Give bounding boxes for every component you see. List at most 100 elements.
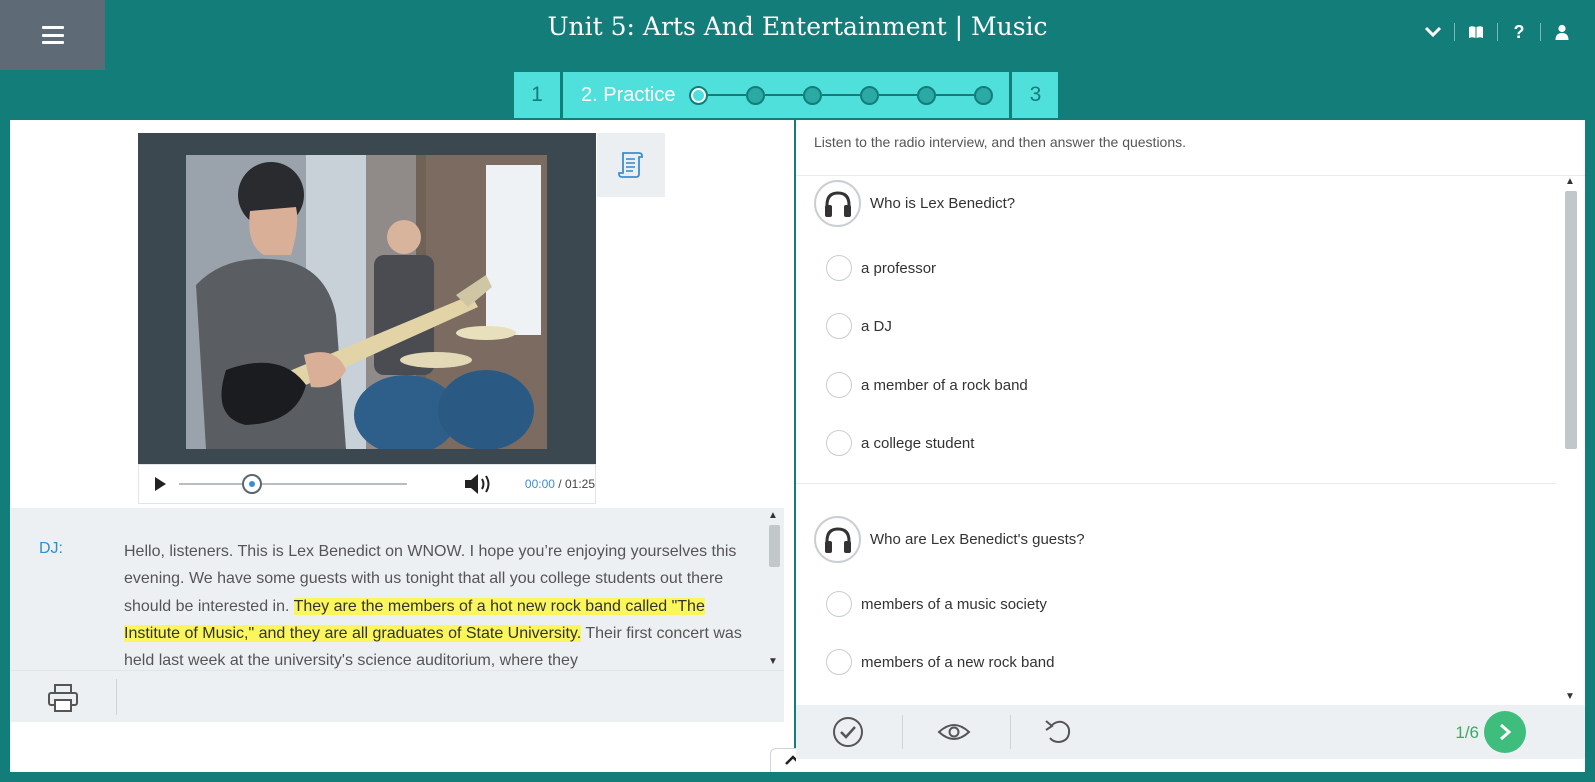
answer-option[interactable]: a member of a rock band xyxy=(826,372,1028,398)
volume-icon[interactable] xyxy=(463,473,493,495)
option-label: a DJ xyxy=(861,317,892,335)
book-icon[interactable] xyxy=(1461,18,1491,46)
reset-button[interactable] xyxy=(1037,713,1079,751)
step-2-label: 2. Practice xyxy=(581,83,676,106)
activity-instruction: Listen to the radio interview, and then … xyxy=(814,134,1187,150)
total-time: 01:25 xyxy=(564,477,596,491)
time-display: 00:00 / 01:25 xyxy=(525,477,595,491)
chevron-down-icon[interactable] xyxy=(1418,18,1448,46)
printer-icon xyxy=(48,684,78,712)
media-panel: 00:00 / 01:25 DJ: Hello, listeners. This… xyxy=(10,120,794,772)
answer-option[interactable]: a DJ xyxy=(826,313,892,339)
toolbar-divider xyxy=(902,715,903,749)
option-label: members of a new rock band xyxy=(861,653,1055,671)
option-label: a member of a rock band xyxy=(861,376,1028,394)
step-navigation: 1 2. Practice 3 xyxy=(514,72,1059,118)
scroll-down-icon[interactable]: ▼ xyxy=(1565,691,1575,702)
scroll-up-icon[interactable]: ▲ xyxy=(1565,176,1575,187)
step-1-tab[interactable]: 1 xyxy=(514,72,560,118)
speaker-label: DJ: xyxy=(39,540,63,557)
transcript-text: Hello, listeners. This is Lex Benedict o… xyxy=(124,538,744,670)
activity-panel: Listen to the radio interview, and then … xyxy=(796,120,1585,772)
menu-button[interactable] xyxy=(0,0,105,70)
transcript-toggle-button[interactable] xyxy=(597,133,665,197)
progress-connector xyxy=(879,94,918,96)
audio-controls: 00:00 / 01:25 xyxy=(138,464,596,504)
toolbar-divider xyxy=(1497,23,1498,41)
chevron-right-icon xyxy=(1500,723,1512,741)
question-text: Who are Lex Benedict's guests? xyxy=(870,531,1085,548)
seek-handle[interactable] xyxy=(242,474,262,494)
scroll-up-icon[interactable]: ▲ xyxy=(768,510,778,521)
progress-dot-4[interactable] xyxy=(860,85,880,105)
transcript-panel: DJ: Hello, listeners. This is Lex Benedi… xyxy=(10,508,784,670)
progress-dot-3[interactable] xyxy=(803,85,823,105)
current-time: 00:00 xyxy=(524,477,555,491)
eye-icon xyxy=(937,724,971,740)
menu-icon xyxy=(41,26,64,44)
option-label: a professor xyxy=(861,259,937,277)
undo-icon xyxy=(1045,720,1071,744)
help-icon[interactable]: ? xyxy=(1504,18,1534,46)
progress-connector xyxy=(765,94,804,96)
top-bar: Unit 5: Arts And Entertainment | Music ? xyxy=(0,0,1595,70)
scroll-thumb[interactable] xyxy=(769,525,780,567)
question-list: Who is Lex Benedict? a professor a DJ a … xyxy=(796,175,1585,705)
activity-toolbar: 1/6 xyxy=(796,705,1585,759)
answer-option[interactable]: members of a music society xyxy=(826,591,1047,617)
play-question-audio-button[interactable] xyxy=(814,180,861,227)
page-title: Unit 5: Arts And Entertainment | Music xyxy=(547,12,1048,41)
seek-bar[interactable] xyxy=(179,474,407,494)
check-answers-button[interactable] xyxy=(827,713,869,751)
step-2-tab[interactable]: 2. Practice xyxy=(563,72,1010,118)
question-text: Who is Lex Benedict? xyxy=(870,195,1016,212)
show-answers-button[interactable] xyxy=(933,713,975,751)
option-label: a college student xyxy=(861,434,975,452)
radio-button[interactable] xyxy=(826,591,852,617)
practice-progress-dots xyxy=(689,85,994,105)
headphones-icon xyxy=(824,526,851,553)
question-header: Who are Lex Benedict's guests? xyxy=(814,516,1085,563)
progress-connector xyxy=(822,94,861,96)
progress-connector xyxy=(708,94,747,96)
play-icon[interactable] xyxy=(153,476,167,492)
transcript-scrollbar[interactable]: ▲ ▼ xyxy=(764,508,784,670)
headphones-icon xyxy=(824,190,851,217)
radio-button[interactable] xyxy=(826,255,852,281)
play-question-audio-button[interactable] xyxy=(814,516,861,563)
radio-button[interactable] xyxy=(826,649,852,675)
print-button[interactable] xyxy=(46,683,80,713)
toolbar-divider xyxy=(116,679,117,715)
radio-button[interactable] xyxy=(826,372,852,398)
help-glyph: ? xyxy=(1513,21,1525,42)
script-icon xyxy=(618,152,643,178)
option-label: members of a music society xyxy=(861,595,1047,613)
answer-option[interactable]: members of a new rock band xyxy=(826,649,1054,675)
radio-button[interactable] xyxy=(826,430,852,456)
question-scrollbar[interactable]: ▲ ▼ xyxy=(1562,175,1579,705)
step-3-tab[interactable]: 3 xyxy=(1012,72,1059,118)
next-button[interactable] xyxy=(1484,711,1526,753)
scroll-thumb[interactable] xyxy=(1565,191,1577,449)
question-divider xyxy=(796,483,1556,484)
time-separator: / xyxy=(558,477,562,491)
transcript-toolbar xyxy=(10,670,784,722)
musician-photo xyxy=(186,155,547,449)
top-toolbar: ? xyxy=(1418,18,1577,46)
scroll-down-icon[interactable]: ▼ xyxy=(768,656,778,667)
radio-button[interactable] xyxy=(826,313,852,339)
progress-dot-2[interactable] xyxy=(746,85,766,105)
progress-dot-1[interactable] xyxy=(689,85,709,105)
user-icon[interactable] xyxy=(1547,18,1577,46)
question-header: Who is Lex Benedict? xyxy=(814,180,1015,227)
answer-option[interactable]: a college student xyxy=(826,430,974,456)
answer-option[interactable]: a professor xyxy=(826,255,936,281)
progress-dot-5[interactable] xyxy=(917,85,937,105)
toolbar-divider xyxy=(1454,23,1455,41)
progress-connector xyxy=(936,94,975,96)
video-player xyxy=(138,133,596,464)
page-indicator: 1/6 xyxy=(1455,723,1479,742)
progress-dot-6[interactable] xyxy=(974,85,994,105)
toolbar-divider xyxy=(1540,23,1541,41)
check-circle-icon xyxy=(833,717,863,747)
